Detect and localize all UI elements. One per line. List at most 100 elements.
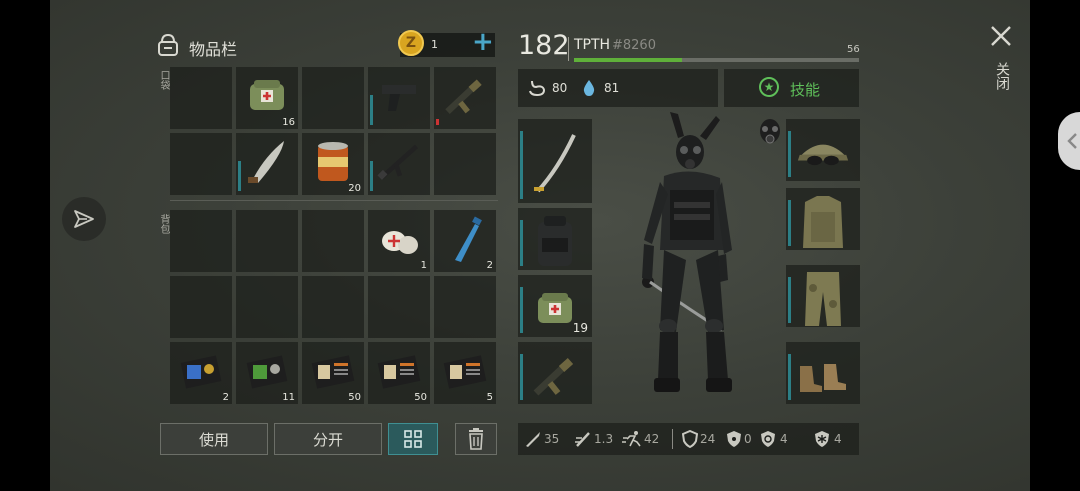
backpack-icon bbox=[528, 216, 582, 266]
pocket-slot[interactable] bbox=[236, 133, 298, 195]
pocket-slot[interactable] bbox=[302, 67, 364, 129]
body-armor-icon bbox=[796, 196, 850, 248]
pocket-slot[interactable] bbox=[368, 133, 430, 195]
close-button[interactable]: 关闭 bbox=[986, 22, 1016, 102]
cold-value: 4 bbox=[834, 432, 842, 446]
pocket-label: 口袋 bbox=[158, 70, 169, 90]
navigate-button[interactable] bbox=[62, 197, 106, 241]
backpack-slot[interactable] bbox=[236, 276, 298, 338]
item-count: 5 bbox=[486, 392, 493, 403]
level-progress-value: 56 bbox=[847, 44, 860, 55]
vitals-bar: 80 81 bbox=[518, 69, 718, 107]
backpack-slot[interactable]: 5 bbox=[434, 342, 496, 404]
stats-divider bbox=[672, 429, 673, 449]
backpack-slot[interactable]: 50 bbox=[302, 342, 364, 404]
item-count: 1 bbox=[420, 260, 427, 271]
stats-bar: 35 1.3 42 24 0 4 4 bbox=[518, 423, 859, 455]
inventory-header: 物品栏 Z 1 + bbox=[155, 27, 500, 62]
backpack-slot[interactable] bbox=[236, 210, 298, 272]
bio-shield-icon bbox=[761, 431, 775, 447]
equipment-slot[interactable]: 19 bbox=[518, 275, 592, 337]
backpack-slot[interactable]: 2 bbox=[434, 210, 496, 272]
split-button[interactable]: 分开 bbox=[274, 423, 382, 455]
equipment-slot[interactable] bbox=[786, 342, 860, 404]
durability-bar bbox=[238, 161, 241, 191]
equipment-slot[interactable] bbox=[786, 265, 860, 327]
rifle-grenade-launcher-icon bbox=[528, 352, 582, 400]
add-coins-button[interactable]: + bbox=[472, 27, 494, 57]
level-progress-bar bbox=[574, 58, 859, 62]
backpack-slot[interactable]: 1 bbox=[368, 210, 430, 272]
pocket-slot[interactable] bbox=[434, 67, 496, 129]
backpack-slot[interactable] bbox=[170, 210, 232, 272]
screen-edge-right bbox=[1030, 0, 1080, 491]
use-button[interactable]: 使用 bbox=[160, 423, 268, 455]
equipment-slot[interactable] bbox=[786, 119, 860, 181]
coin-icon: Z bbox=[398, 30, 424, 56]
durability-bar bbox=[788, 277, 791, 323]
backpack-slot[interactable]: 2 bbox=[170, 342, 232, 404]
pocket-slot[interactable] bbox=[368, 67, 430, 129]
backpack-slot[interactable] bbox=[302, 210, 364, 272]
equipment-slot[interactable] bbox=[518, 119, 592, 203]
pocket-slot[interactable]: 20 bbox=[302, 133, 364, 195]
sort-button[interactable] bbox=[388, 423, 438, 455]
rifle-grenade-launcher-icon bbox=[442, 73, 488, 119]
water-bottle-icon bbox=[442, 216, 488, 262]
equipment-slot[interactable] bbox=[518, 342, 592, 404]
close-icon bbox=[991, 26, 1011, 46]
coin-box: Z 1 + bbox=[398, 27, 495, 57]
item-count: 19 bbox=[572, 321, 588, 335]
radiation-value: 0 bbox=[744, 432, 752, 446]
hunger-value: 80 bbox=[552, 81, 568, 95]
durability-bar bbox=[520, 220, 523, 266]
bio-value: 4 bbox=[780, 432, 788, 446]
backpack-slot[interactable] bbox=[434, 276, 496, 338]
pocket-slot[interactable] bbox=[170, 67, 232, 129]
boots-icon bbox=[796, 352, 850, 400]
durability-bar bbox=[436, 119, 439, 125]
backpack-slot[interactable]: 50 bbox=[368, 342, 430, 404]
durability-bar bbox=[788, 200, 791, 246]
pocket-slot[interactable]: 16 bbox=[236, 67, 298, 129]
pocket-slot[interactable] bbox=[434, 133, 496, 195]
equipment-slot[interactable] bbox=[518, 208, 592, 270]
screen-edge-left bbox=[0, 0, 50, 491]
durability-bar bbox=[788, 131, 791, 177]
recipe-book-icon bbox=[310, 348, 356, 394]
skills-button[interactable]: ★ 技能 bbox=[724, 69, 859, 107]
armor-shield-icon bbox=[682, 430, 698, 448]
item-count: 20 bbox=[348, 183, 361, 194]
water-drop-icon bbox=[583, 80, 595, 96]
pistol-icon bbox=[376, 73, 422, 119]
thirst-value: 81 bbox=[604, 81, 620, 95]
player-name: TPTH bbox=[574, 37, 611, 53]
durability-bar bbox=[370, 95, 373, 125]
level-progress-fill bbox=[574, 58, 683, 62]
backpack-slot[interactable] bbox=[302, 276, 364, 338]
durability-bar bbox=[370, 161, 373, 191]
inventory-title: 物品栏 bbox=[189, 40, 238, 59]
durability-bar bbox=[788, 354, 791, 400]
blue-keycard-icon bbox=[178, 348, 224, 394]
equipment-slot[interactable] bbox=[786, 188, 860, 250]
move-speed-icon bbox=[622, 431, 641, 447]
melee-damage-value: 35 bbox=[544, 432, 560, 446]
chevron-left-icon bbox=[1067, 133, 1077, 149]
pocket-slot[interactable] bbox=[170, 133, 232, 195]
machete-icon bbox=[244, 139, 290, 185]
stomach-icon bbox=[529, 80, 546, 97]
player-character bbox=[642, 112, 732, 392]
backpack-slot[interactable]: 11 bbox=[236, 342, 298, 404]
item-count: 16 bbox=[282, 117, 295, 128]
trash-button[interactable] bbox=[455, 423, 497, 455]
player-tag: #8260 bbox=[612, 38, 656, 53]
recipe-book-icon bbox=[376, 348, 422, 394]
grid-sort-icon bbox=[404, 430, 422, 448]
recipe-book-icon bbox=[442, 348, 488, 394]
backpack-slot[interactable] bbox=[368, 276, 430, 338]
backpack-slot[interactable] bbox=[170, 276, 232, 338]
melee-damage-icon bbox=[526, 432, 540, 447]
cap-goggles-icon bbox=[796, 129, 850, 177]
trash-icon bbox=[469, 428, 483, 450]
